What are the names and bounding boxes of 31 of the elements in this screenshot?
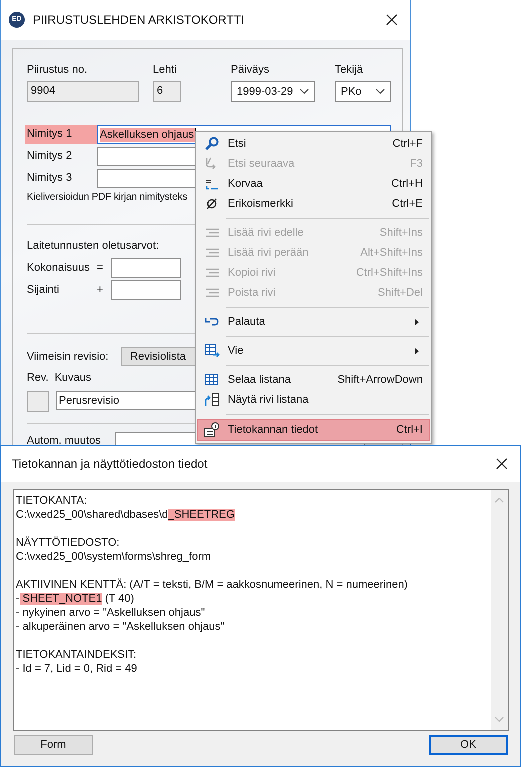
field-label: Kieliversioidun PDF kirjan nimitysteks: [27, 191, 188, 205]
field-label: Nimitys 3: [26, 171, 74, 186]
info-line: C:\vxed25_00\system\forms\shreg_form: [16, 550, 212, 564]
window-title: Tietokannan ja näyttötiedoston tiedot: [12, 457, 209, 471]
prefix-symbol: +: [97, 283, 104, 297]
window-title: PIIRUSTUSLEHDEN ARKISTOKORTTI: [33, 13, 246, 27]
column-header: Rev.: [27, 371, 49, 385]
info-line: - alkuperäinen arvo = "Askelluksen ohjaus": [16, 620, 226, 634]
field-label: Autom. muutos: [27, 434, 101, 448]
info-line: TIETOKANTA:: [16, 494, 88, 508]
info-line: NÄYTTÖTIEDOSTO:: [16, 536, 121, 550]
prefix-symbol: =: [97, 261, 104, 275]
field-label: Sijainti: [27, 283, 60, 297]
field-label: Tekijä: [335, 63, 364, 77]
field-label: Kokonaisuus: [27, 261, 91, 275]
field-label: Lehti: [153, 63, 178, 77]
info-line: - Id = 7, Lid = 0, Rid = 49: [16, 662, 138, 676]
info-line: - nykyinen arvo = "Askelluksen ohjaus": [16, 606, 206, 620]
readonly-field: 6: [153, 81, 181, 102]
field-label: Viimeisin revisio:: [27, 350, 109, 364]
info-line: AKTIIVINEN KENTTÄ: (A/T = teksti, B/M = aakkosnumeerinen, N = numeerinen): [16, 578, 409, 592]
info-line: C:\vxed25_00\shared\dbases\d_SHEETREG: [16, 508, 236, 522]
info-line: - SHEET_NOTE1 (T 40): [16, 592, 136, 606]
field-label: Piirustus no.: [27, 63, 89, 77]
field-label: Päiväys: [231, 63, 271, 77]
info-line: TIETOKANTAINDEKSIT:: [16, 648, 138, 662]
field-label: Nimitys 2: [26, 149, 74, 164]
section-heading: Laitetunnusten oletusarvot:: [27, 239, 160, 253]
field-label: Nimitys 1: [25, 125, 97, 144]
readonly-field: 9904: [27, 81, 139, 102]
column-header: Kuvaus: [54, 371, 92, 385]
